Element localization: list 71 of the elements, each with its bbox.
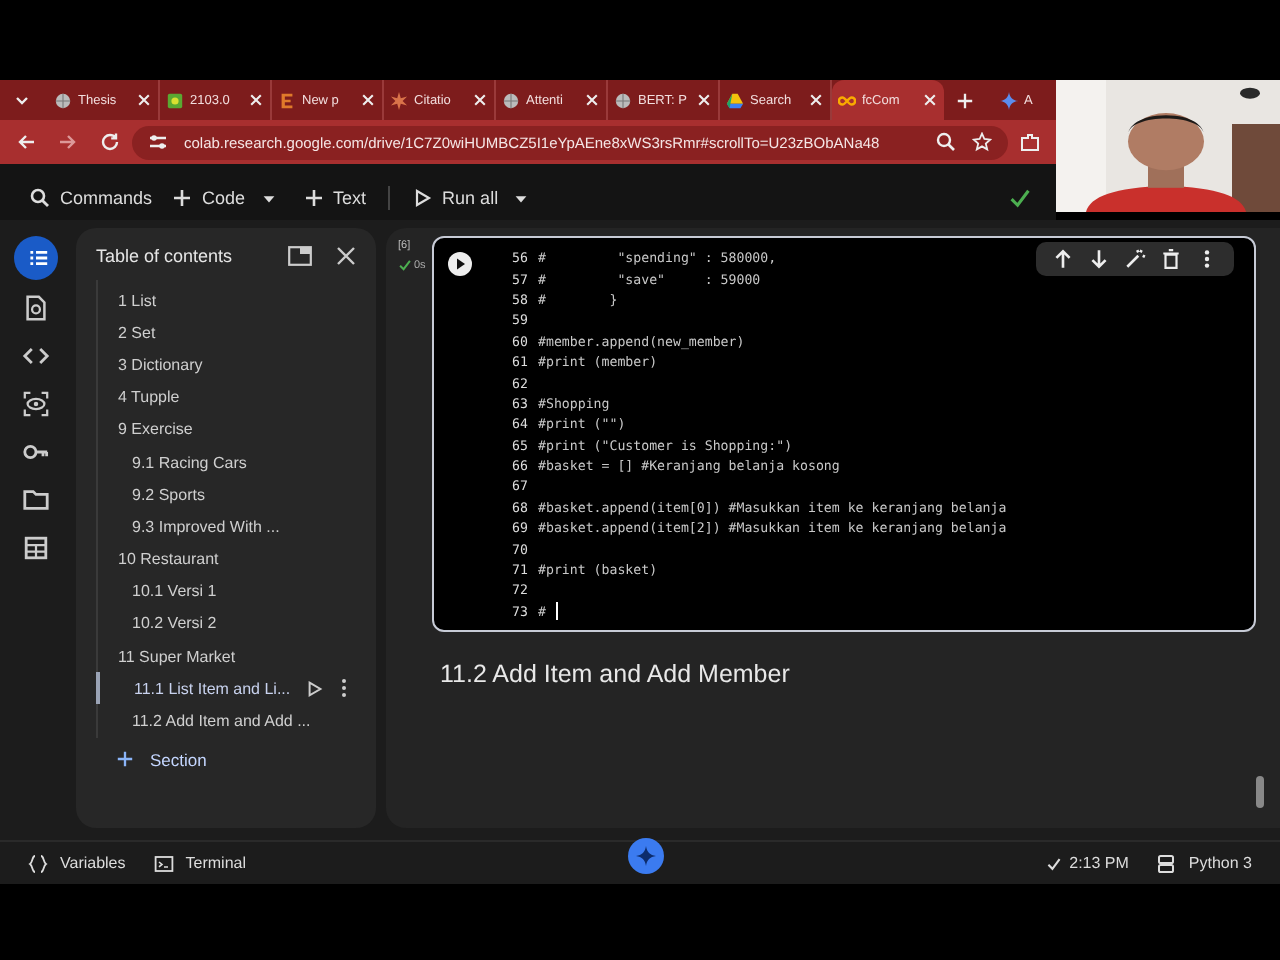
toc-item[interactable]: 10.1 Versi 1	[132, 582, 217, 601]
gemini-button[interactable]	[627, 837, 664, 873]
toc-item[interactable]: 11.2 Add Item and Add ...	[132, 712, 311, 731]
star-icon[interactable]	[972, 132, 992, 152]
close-icon[interactable]	[336, 246, 356, 266]
search-icon	[30, 188, 50, 208]
add-code-button[interactable]: Code	[166, 188, 252, 208]
infinity-icon	[838, 91, 856, 109]
move-up-icon[interactable]	[1052, 248, 1074, 270]
new-tab-icon[interactable]	[956, 91, 974, 109]
play-icon	[412, 188, 433, 208]
table-icon[interactable]	[22, 533, 50, 561]
run-icon[interactable]	[306, 679, 325, 698]
globe-icon	[54, 91, 72, 109]
toc-item[interactable]: 11 Super Market	[118, 647, 236, 666]
back-icon[interactable]	[16, 132, 36, 152]
letter-e-icon	[278, 91, 296, 109]
toc-item[interactable]: 9.2 Sports	[132, 485, 205, 504]
panel-title: Table of contents	[96, 246, 235, 266]
section-heading: 11.2 Add Item and Add Member	[440, 660, 792, 688]
add-section-button[interactable]: Section	[116, 749, 207, 770]
toc-item[interactable]: 10 Restaurant	[118, 550, 219, 569]
toc-item[interactable]: 9.1 Racing Cars	[132, 453, 247, 472]
plus-icon	[116, 750, 134, 769]
plus-icon	[172, 188, 193, 208]
open-in-tab-icon[interactable]	[288, 246, 312, 266]
folder-icon[interactable]	[22, 485, 50, 513]
toc-item[interactable]: 9 Exercise	[118, 420, 193, 439]
run-cell-icon[interactable]	[448, 252, 472, 276]
toc-item[interactable]: 2 Set	[118, 323, 156, 342]
toc-item[interactable]: 1 List	[118, 291, 157, 310]
add-text-button[interactable]: Text	[297, 188, 373, 208]
move-down-icon[interactable]	[1088, 248, 1110, 270]
toc-item[interactable]: 11.1 List Item and Li...	[134, 679, 291, 698]
toc-item[interactable]: 3 Dictionary	[118, 355, 203, 374]
plus-icon	[303, 188, 324, 208]
more-icon[interactable]	[340, 678, 349, 699]
triangle-icon	[726, 91, 744, 109]
variables-button[interactable]: Variables	[28, 853, 126, 873]
toc-item[interactable]: 4 Tupple	[118, 388, 180, 407]
globe-icon	[614, 91, 632, 109]
extensions-icon[interactable]	[1020, 132, 1040, 152]
site-settings-icon[interactable]	[148, 132, 168, 152]
terminal-icon	[153, 853, 174, 873]
check-icon	[398, 258, 412, 272]
execution-time: 2:13 PM	[1045, 854, 1129, 872]
check-icon	[1045, 855, 1062, 871]
forward-icon[interactable]	[58, 132, 78, 152]
sparkle-icon	[1000, 91, 1018, 109]
sidebar-tab[interactable]	[14, 236, 58, 280]
find-icon[interactable]	[22, 293, 50, 321]
command-palette-button[interactable]: Commands	[24, 188, 159, 208]
zoom-icon[interactable]	[936, 132, 956, 152]
server-icon	[1156, 853, 1177, 873]
toc-item[interactable]: 9.3 Improved With ...	[132, 517, 280, 536]
text-cursor	[555, 602, 559, 621]
edit-icon[interactable]	[1124, 248, 1146, 270]
toc-item[interactable]: 10.2 Versi 2	[132, 614, 217, 633]
burst-icon	[390, 91, 408, 109]
run-all-button[interactable]: Run all	[406, 188, 505, 208]
terminal-button[interactable]: Terminal	[153, 853, 246, 873]
runtime-button[interactable]: Python 3	[1156, 853, 1252, 873]
braces-icon	[28, 853, 48, 873]
scrollbar-thumb[interactable]	[1256, 776, 1264, 808]
code-cell[interactable]	[432, 236, 1256, 632]
square-icon	[166, 91, 184, 109]
delete-icon[interactable]	[1160, 248, 1182, 270]
reload-icon[interactable]	[100, 132, 120, 152]
globe-icon	[502, 91, 520, 109]
sparkle-icon	[635, 845, 656, 865]
eye-icon[interactable]	[22, 389, 50, 417]
